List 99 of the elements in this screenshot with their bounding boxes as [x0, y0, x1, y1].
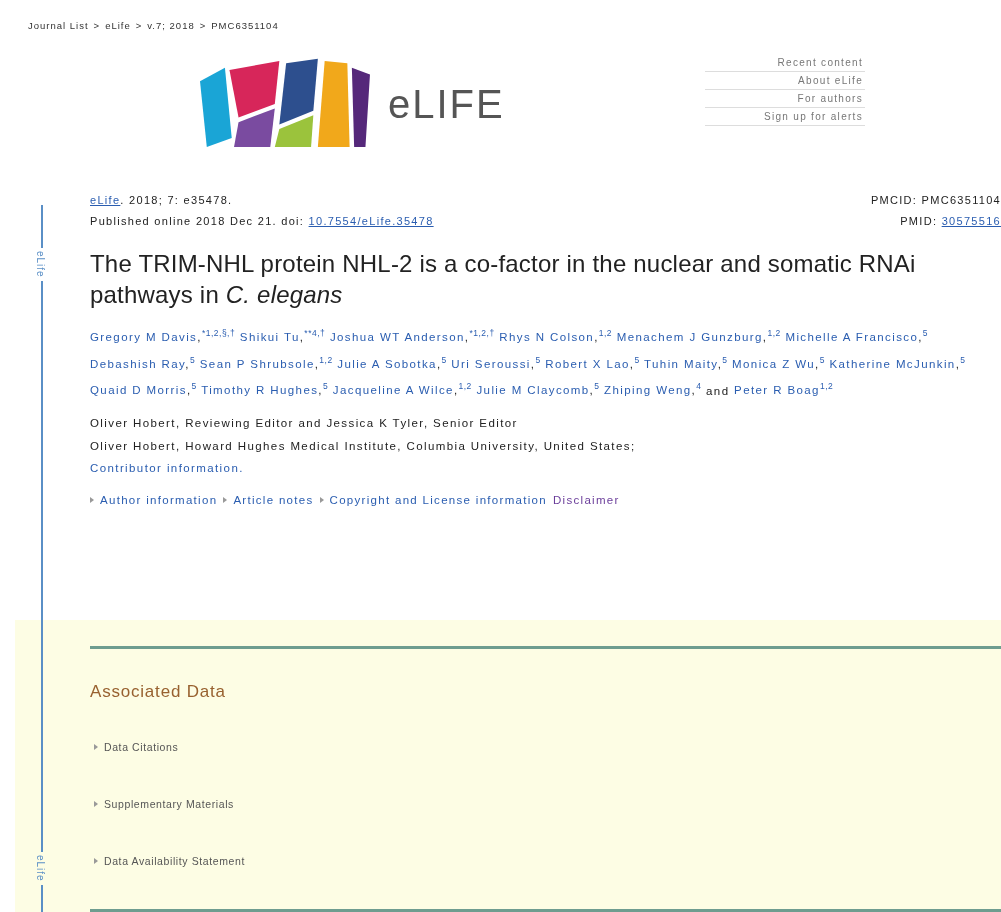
author-link[interactable]: Julie A Sobotka — [337, 357, 437, 370]
disclaimer-link[interactable]: Disclaimer — [553, 494, 620, 506]
affiliation-mark[interactable]: 5 — [922, 328, 929, 338]
pmid-label: PMID: — [900, 215, 939, 227]
breadcrumb-separator: > — [93, 20, 101, 33]
author-separator: , — [436, 357, 442, 370]
author-link[interactable]: Peter R Boag — [734, 384, 820, 397]
nav-link[interactable]: Sign up for alerts — [705, 108, 865, 126]
author-link[interactable]: Katherine McJunkin — [829, 357, 956, 370]
author-separator: , — [197, 330, 202, 343]
author-link[interactable]: Michelle A Francisco — [785, 330, 919, 343]
author-link[interactable]: Robert X Lao — [545, 357, 630, 370]
affiliation-mark[interactable]: 5 — [322, 381, 329, 392]
affiliation-mark[interactable]: 5 — [960, 354, 966, 365]
affiliation-mark[interactable]: 5 — [191, 381, 197, 392]
author-separator: , — [185, 357, 190, 370]
info-link[interactable]: Copyright and License information — [329, 494, 547, 506]
affiliation-mark[interactable]: 4 — [696, 381, 702, 392]
breadcrumb-link[interactable]: Journal List — [28, 20, 89, 38]
section-toggle[interactable]: Supplementary Materials — [104, 797, 234, 810]
affiliation-mark[interactable]: 1,2 — [319, 354, 333, 365]
pmcid-text: PMCID: PMC6351104 — [870, 193, 1001, 208]
expand-icon[interactable] — [223, 497, 228, 503]
expand-icon[interactable] — [94, 857, 98, 864]
author-separator: , — [589, 384, 595, 397]
expand-icon[interactable] — [319, 497, 324, 503]
expand-icon[interactable] — [90, 497, 94, 503]
published-text: Published online 2018 Dec 21. doi: — [90, 215, 306, 227]
section-toggle[interactable]: Data Availability Statement — [104, 854, 245, 867]
author-link[interactable]: Timothy R Hughes — [201, 384, 319, 397]
affiliation-mark[interactable]: 1,2 — [598, 328, 613, 338]
author-link[interactable]: Julie M Claycomb — [476, 384, 590, 397]
editor-text: Oliver Hobert, Howard Hughes Medical Institute, Columbia University, United States; — [90, 439, 637, 454]
author-separator: , — [691, 384, 697, 397]
section-heading: Associated Data — [90, 682, 227, 702]
author-link[interactable]: Rhys N Colson — [499, 330, 595, 343]
section-toggle[interactable]: Data Citations — [104, 740, 179, 753]
affiliation-mark[interactable]: 5 — [594, 381, 600, 392]
author-link[interactable]: Monica Z Wu — [732, 357, 815, 370]
pmid-link[interactable]: 30575516 — [941, 215, 1001, 227]
author-separator: , — [762, 330, 768, 343]
doi-link[interactable]: 10.7554/eLife.35478 — [308, 215, 434, 227]
author-link[interactable]: Shikui Tu — [239, 330, 300, 343]
affiliation-mark[interactable]: **4,† — [304, 328, 326, 338]
affiliation-mark[interactable]: 5 — [819, 354, 825, 365]
author-link[interactable]: Jacqueline A Wilce — [332, 384, 454, 397]
author-separator: , — [186, 384, 192, 397]
contributor-link[interactable]: Contributor information. — [90, 457, 244, 480]
author-separator: , — [453, 384, 459, 397]
breadcrumb-link[interactable]: v.7; 2018 — [147, 20, 195, 38]
author-separator: , — [464, 330, 470, 343]
nav-link[interactable]: Recent content — [705, 54, 865, 72]
author-separator: , — [629, 357, 635, 370]
author-link[interactable]: Joshua WT Anderson — [329, 330, 465, 343]
author-link[interactable]: Tuhin Maity — [644, 357, 718, 370]
author-separator: , — [918, 330, 923, 343]
breadcrumb-current: PMC6351104 — [211, 20, 279, 33]
expand-icon[interactable] — [94, 800, 98, 807]
citation-text: . 2018; 7: e35478. — [120, 194, 233, 206]
author-link[interactable]: Zhiping Weng — [604, 384, 692, 397]
nav-link[interactable]: For authors — [705, 90, 865, 108]
nav-link[interactable]: About eLife — [705, 72, 865, 90]
article-title: The TRIM-NHL protein NHL-2 is a co-factor in the nuclear and somatic RNAi pathways in C. elegans — [90, 249, 917, 310]
sidebar-label[interactable]: eLife — [35, 248, 46, 281]
affiliation-mark[interactable]: *1,2,§,† — [201, 328, 236, 338]
author-separator: , — [955, 357, 961, 370]
author-separator: , — [318, 384, 323, 397]
info-link[interactable]: Author information — [100, 494, 218, 506]
author-separator: , — [314, 357, 320, 370]
author-separator: , — [530, 357, 536, 370]
editor-text: Oliver Hobert, Reviewing Editor and Jessica K Tyler, Senior Editor — [90, 416, 519, 432]
sidebar-label[interactable]: eLife — [35, 852, 46, 885]
affiliation-mark[interactable]: 5 — [535, 354, 541, 365]
breadcrumb-separator: > — [199, 20, 207, 33]
expand-icon[interactable] — [94, 743, 98, 750]
affiliation-mark[interactable]: 5 — [722, 354, 728, 365]
author-link[interactable]: Debashish Ray — [90, 357, 186, 370]
author-link[interactable]: Uri Seroussi — [451, 357, 531, 370]
author-separator: , — [594, 330, 599, 343]
logo-text: eLIFE — [388, 81, 505, 127]
author-link[interactable]: Gregory M Davis — [90, 330, 198, 343]
affiliation-mark[interactable]: 5 — [441, 354, 447, 365]
author-link[interactable]: Sean P Shrubsole — [199, 357, 315, 370]
author-separator: , — [717, 357, 723, 370]
journal-link[interactable]: eLife — [90, 194, 121, 206]
breadcrumb-link[interactable]: eLife — [105, 20, 131, 38]
author-separator: , — [299, 330, 305, 343]
author-link[interactable]: Menachem J Gunzburg — [616, 330, 763, 343]
affiliation-mark[interactable]: 1,2 — [458, 381, 472, 392]
info-link[interactable]: Article notes — [233, 494, 314, 506]
breadcrumb-separator: > — [135, 20, 143, 33]
affiliation-mark[interactable]: 5 — [634, 354, 640, 365]
author-separator: , — [815, 357, 820, 370]
affiliation-mark[interactable]: 5 — [189, 354, 196, 365]
affiliation-mark[interactable]: 1,2 — [767, 328, 781, 338]
affiliation-mark[interactable]: 1,2 — [819, 381, 834, 392]
affiliation-mark[interactable]: *1,2,† — [469, 328, 495, 338]
author-link[interactable]: Quaid D Morris — [90, 384, 187, 397]
author-conjunction: and — [706, 384, 730, 397]
